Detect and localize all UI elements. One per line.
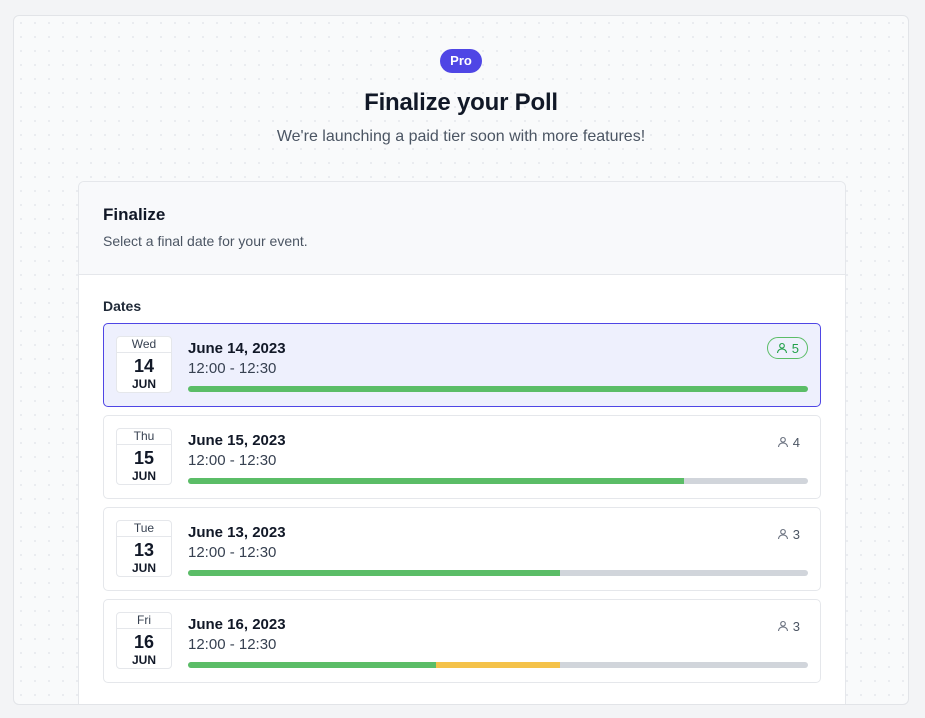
participant-count-value: 3 xyxy=(792,526,800,542)
day-number: 16 xyxy=(133,632,155,652)
user-icon xyxy=(777,528,789,540)
day-of-week: Wed xyxy=(117,337,171,353)
calendar-badge: Fri 16 JUN xyxy=(116,612,172,669)
option-date: June 16, 2023 xyxy=(188,616,286,633)
participant-count: 4 xyxy=(777,432,800,452)
month: JUN xyxy=(131,377,156,391)
page-subtitle: We're launching a paid tier soon with mo… xyxy=(276,128,646,145)
day-number: 15 xyxy=(133,448,155,468)
pro-badge: Pro xyxy=(440,49,482,73)
option-date: June 13, 2023 xyxy=(188,524,286,541)
date-option[interactable]: Tue 13 JUN June 13, 2023 12:00 - 12:30 3 xyxy=(103,507,821,591)
option-time: 12:00 - 12:30 xyxy=(188,452,277,469)
option-time: 12:00 - 12:30 xyxy=(188,544,277,561)
user-icon xyxy=(776,342,788,354)
option-date: June 15, 2023 xyxy=(188,432,286,449)
participant-count-value: 4 xyxy=(792,434,800,450)
month: JUN xyxy=(131,469,156,483)
yes-votes-segment xyxy=(188,570,560,576)
participant-count: 5 xyxy=(766,337,808,359)
option-time: 12:00 - 12:30 xyxy=(188,636,277,653)
participant-count: 3 xyxy=(777,616,800,636)
date-option[interactable]: Fri 16 JUN June 16, 2023 12:00 - 12:30 3 xyxy=(103,599,821,683)
date-option[interactable]: Wed 14 JUN June 14, 2023 12:00 - 12:30 5 xyxy=(103,323,821,407)
user-icon xyxy=(777,620,789,632)
card-header: Finalize Select a final date for your ev… xyxy=(79,182,845,275)
day-of-week: Tue xyxy=(117,521,171,537)
vote-progress-bar xyxy=(188,386,808,392)
option-time: 12:00 - 12:30 xyxy=(188,360,277,377)
yes-votes-segment xyxy=(188,386,808,392)
day-of-week: Fri xyxy=(117,613,171,629)
option-date: June 14, 2023 xyxy=(188,340,286,357)
month: JUN xyxy=(131,653,156,667)
card-description: Select a final date for your event. xyxy=(103,233,308,249)
user-icon xyxy=(777,436,789,448)
card-title: Finalize xyxy=(103,205,166,224)
date-options-list: Wed 14 JUN June 14, 2023 12:00 - 12:30 5 xyxy=(103,323,821,691)
page-frame: Pro Finalize your Poll We're launching a… xyxy=(13,15,909,705)
participant-count: 3 xyxy=(777,524,800,544)
day-number: 14 xyxy=(133,356,155,376)
date-option[interactable]: Thu 15 JUN June 15, 2023 12:00 - 12:30 4 xyxy=(103,415,821,499)
calendar-badge: Thu 15 JUN xyxy=(116,428,172,485)
page-title: Finalize your Poll xyxy=(364,89,558,116)
day-of-week: Thu xyxy=(117,429,171,445)
calendar-badge: Wed 14 JUN xyxy=(116,336,172,393)
yes-votes-segment xyxy=(188,478,684,484)
vote-progress-bar xyxy=(188,478,808,484)
participant-count-value: 5 xyxy=(791,340,799,356)
yes-votes-segment xyxy=(188,662,436,668)
maybe-votes-segment xyxy=(436,662,560,668)
month: JUN xyxy=(131,561,156,575)
participant-count-value: 3 xyxy=(792,618,800,634)
dates-label: Dates xyxy=(103,298,142,314)
vote-progress-bar xyxy=(188,570,808,576)
calendar-badge: Tue 13 JUN xyxy=(116,520,172,577)
vote-progress-bar xyxy=(188,662,808,668)
finalize-card: Finalize Select a final date for your ev… xyxy=(78,181,846,704)
day-number: 13 xyxy=(133,540,155,560)
